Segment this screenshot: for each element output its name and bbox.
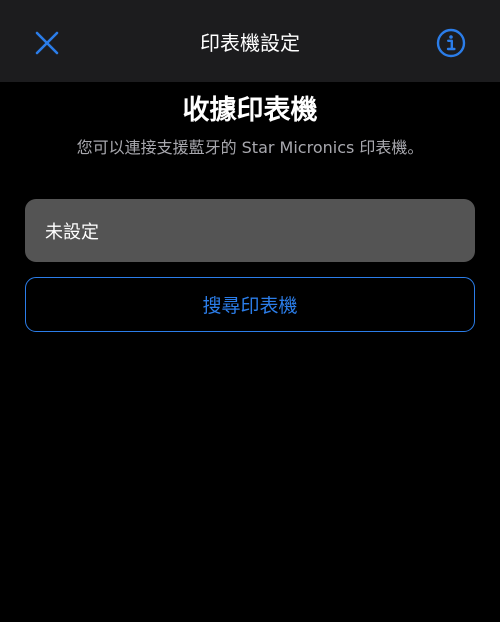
page-subtitle: 您可以連接支援藍牙的 Star Micronics 印表機。: [76, 138, 424, 157]
printer-status-field[interactable]: 未設定: [25, 199, 475, 262]
search-printer-button[interactable]: 搜尋印表機: [25, 277, 475, 332]
printer-status-text: 未設定: [45, 221, 99, 243]
nav-title: 印表機設定: [200, 31, 300, 55]
page-heading: 收據印表機: [182, 95, 318, 126]
nav-bar: 印表機設定: [0, 0, 500, 82]
search-printer-button-label: 搜尋印表機: [202, 295, 298, 317]
info-icon[interactable]: [435, 27, 467, 59]
